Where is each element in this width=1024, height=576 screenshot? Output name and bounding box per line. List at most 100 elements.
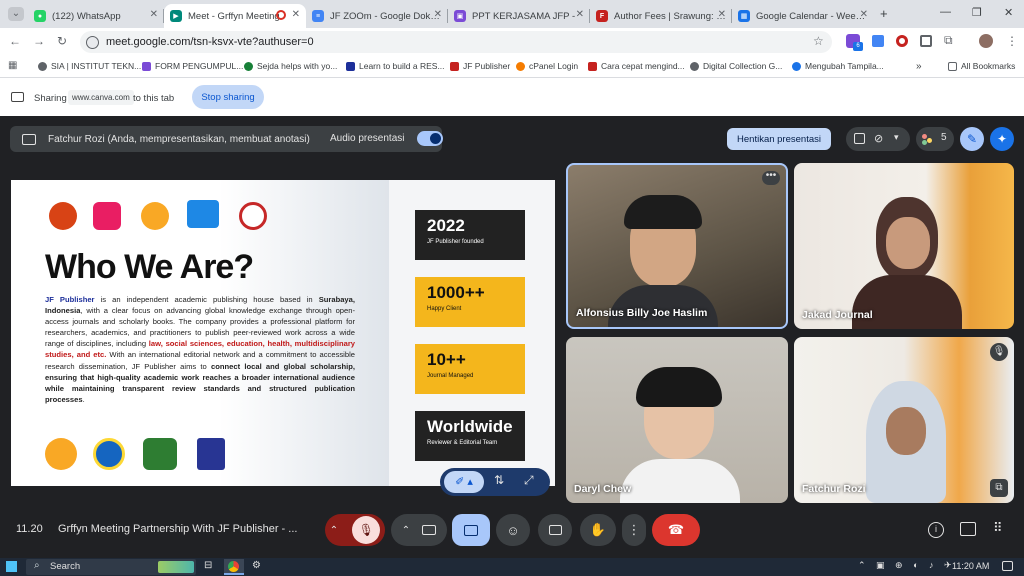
bookmark-item[interactable]: FORM PENGUMPUL... <box>142 61 243 71</box>
screenshot-icon[interactable] <box>920 35 932 47</box>
docs-icon: ≡ <box>312 10 324 22</box>
stat-card: Worldwide Reviewer & Editorial Team <box>415 411 525 461</box>
more-options-button[interactable]: ⋮ <box>622 514 646 546</box>
picture-in-picture-icon[interactable]: ⧉ <box>990 479 1008 497</box>
bookmark-item[interactable]: Sejda helps with yo... <box>244 61 337 71</box>
more-vert-icon[interactable]: ⋮ <box>1006 34 1018 48</box>
annotation-tools[interactable]: ⊘ ▾ <box>846 127 910 151</box>
audio-presentation-label: Audio presentasi <box>330 133 405 144</box>
new-tab-icon[interactable]: + <box>880 6 888 21</box>
participant-tile[interactable]: 🎙 ⧉ Fatchur Rozi <box>794 337 1014 503</box>
audio-toggle[interactable] <box>417 131 443 146</box>
avatar[interactable] <box>979 34 993 48</box>
more-options-icon[interactable]: ••• <box>762 171 780 185</box>
bookmark-item[interactable]: Learn to build a RES... <box>346 61 445 71</box>
restore-icon[interactable]: ❐ <box>972 6 982 19</box>
raise-hand-button[interactable]: ✋ <box>580 514 616 546</box>
taskbar-search[interactable]: ⌕ Search <box>26 559 196 575</box>
captions-button[interactable] <box>538 514 572 546</box>
info-icon[interactable]: i <box>928 522 944 538</box>
camera-button[interactable]: ⌃ <box>391 514 447 546</box>
reactions-button[interactable]: ☺ <box>496 514 530 546</box>
calendar-icon: ▦ <box>738 10 750 22</box>
close-icon[interactable]: ✕ <box>860 9 868 20</box>
participant-name: Daryl Chew <box>574 483 632 495</box>
bookmark-item[interactable]: Digital Collection G... <box>690 61 782 71</box>
mic-button[interactable]: ⌃ 🎙 <box>325 514 385 546</box>
close-icon[interactable]: ✕ <box>150 9 158 20</box>
translate-icon[interactable] <box>872 35 884 47</box>
minimize-icon[interactable]: — <box>940 6 951 18</box>
jf-logo-icon: F <box>596 10 608 22</box>
leave-call-button[interactable]: ☎ <box>652 514 700 546</box>
tab-meet[interactable]: ▶ Meet - Grffyn Meeting ✕ <box>164 4 306 28</box>
present-icon <box>464 524 478 536</box>
hand-icon: ✋ <box>589 522 607 537</box>
tab-search-icon[interactable]: ⌄ <box>8 7 24 21</box>
camera-icon <box>422 525 437 535</box>
bookmark-item[interactable]: JF Publisher <box>450 61 510 71</box>
magic-wand-icon[interactable]: ✎ <box>960 127 984 151</box>
close-icon[interactable]: ✕ <box>718 9 726 20</box>
gemini-icon[interactable]: ✦ <box>990 127 1014 151</box>
system-tray-icons[interactable]: ⌃ ▣ ⊕ ◐ ♪ ✈ <box>858 560 956 571</box>
reload-icon[interactable]: ↻ <box>57 34 67 48</box>
tab-google-calendar[interactable]: ▦ Google Calendar - Week o ✕ <box>732 4 874 28</box>
forward-icon[interactable]: → <box>33 34 45 48</box>
notification-icon[interactable] <box>1002 561 1013 571</box>
expand-icon[interactable]: ⤢ <box>524 473 534 488</box>
present-now-button[interactable] <box>452 514 490 546</box>
emoji-icon: ☺ <box>506 522 520 538</box>
stop-presenting-button[interactable]: Hentikan presentasi <box>727 128 831 150</box>
bookmark-star-icon[interactable]: ☆ <box>813 34 824 48</box>
partner-logo <box>141 202 169 230</box>
partner-logo <box>49 202 77 230</box>
chevron-down-icon: ▾ <box>894 132 899 142</box>
participants-button[interactable]: 5 <box>916 127 954 151</box>
bookmark-item[interactable]: cPanel Login <box>516 61 578 71</box>
participant-tile[interactable]: Daryl Chew <box>566 337 788 503</box>
presenter-label: Fatchur Rozi (Anda, mempresentasikan, me… <box>48 133 310 145</box>
tab-google-docs[interactable]: ≡ JF ZOOm - Google Dokum ✕ <box>306 4 448 28</box>
participant-name: Alfonsius Billy Joe Haslim <box>576 307 708 319</box>
close-icon[interactable]: ✕ <box>576 9 584 20</box>
extensions-puzzle-icon[interactable]: ⧉ <box>944 33 953 48</box>
task-view-icon[interactable]: ⊟ <box>204 560 212 571</box>
all-bookmarks[interactable]: All Bookmarks <box>948 61 1015 71</box>
more-bookmarks-icon[interactable]: » <box>916 61 922 72</box>
partner-logo <box>45 438 77 470</box>
back-icon[interactable]: ← <box>9 34 21 48</box>
participant-tile[interactable]: ••• Alfonsius Billy Joe Haslim <box>566 163 788 329</box>
close-window-icon[interactable]: ✕ <box>1004 6 1013 19</box>
settings-gear-icon[interactable]: ⚙ <box>252 560 261 571</box>
stop-sharing-button[interactable]: Stop sharing <box>192 85 264 109</box>
chat-icon[interactable] <box>960 522 976 536</box>
meet-icon: ▶ <box>170 10 182 22</box>
extension-icon[interactable] <box>896 35 908 47</box>
end-call-icon: ☎ <box>667 522 685 537</box>
tab-ppt-kerjasama[interactable]: ▣ PPT KERJASAMA JFP - ✕ <box>448 4 590 28</box>
bookmark-item[interactable]: Mengubah Tampila... <box>792 61 884 71</box>
slide-body-text: JF Publisher is an independent academic … <box>45 295 356 404</box>
close-icon[interactable]: ✕ <box>292 9 300 20</box>
camera-off-icon: ⊘ <box>874 133 884 145</box>
tab-author-fees[interactable]: F Author Fees | Srawung: Jou ✕ <box>590 4 732 28</box>
bookmark-item[interactable]: SIA | INSTITUT TEKN... <box>38 61 141 71</box>
close-icon[interactable]: ✕ <box>434 9 442 20</box>
swap-icon[interactable]: ⇅ <box>494 473 504 487</box>
site-info-icon[interactable] <box>86 36 99 49</box>
apps-grid-icon[interactable]: ▦ <box>8 60 17 71</box>
pen-tool-icon[interactable]: ✐ ▴ <box>444 471 484 493</box>
url-text[interactable]: meet.google.com/tsn-ksvx-vte?authuser=0 <box>106 36 314 48</box>
search-placeholder: Search <box>50 561 81 572</box>
partner-logo <box>93 438 125 470</box>
chrome-taskbar-icon[interactable] <box>224 559 244 575</box>
chevron-up-icon: ⌃ <box>401 524 411 536</box>
tab-whatsapp[interactable]: ● (122) WhatsApp ✕ <box>28 4 164 28</box>
participant-tile[interactable]: Jakad Journal <box>794 163 1014 329</box>
bookmark-item[interactable]: Cara cepat mengind... <box>588 61 685 71</box>
clock-time[interactable]: 11:20 AM <box>952 561 989 571</box>
windows-start-icon[interactable] <box>6 561 17 572</box>
activities-grid-icon[interactable]: ⠿ <box>993 520 1003 536</box>
search-highlight-image <box>158 561 194 573</box>
